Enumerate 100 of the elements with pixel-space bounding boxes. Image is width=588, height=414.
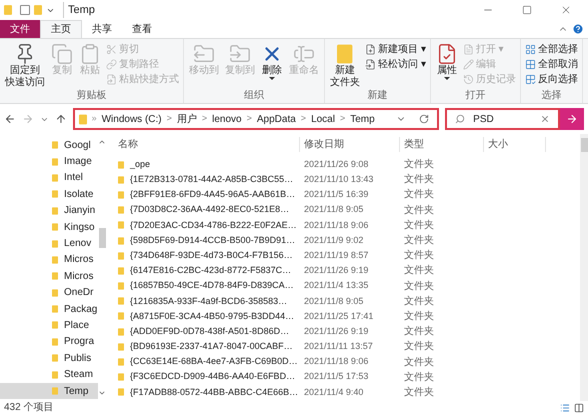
file-name[interactable]: {F3C6EDCD-D909-44B6-AA40-E6FBD… bbox=[130, 370, 296, 384]
folder-icon bbox=[52, 386, 58, 396]
file-type: 文件夹 bbox=[403, 204, 435, 218]
nav-item[interactable]: Steam bbox=[0, 366, 98, 383]
folder-icon bbox=[52, 172, 58, 183]
ribbon-button[interactable]: 固定到 快速访问 bbox=[2, 39, 48, 89]
folder-icon bbox=[118, 326, 124, 337]
breadcrumb-item[interactable]: lenovo bbox=[212, 112, 242, 126]
column-header[interactable]: 名称 bbox=[114, 136, 300, 152]
ribbon-tab[interactable]: 共享 bbox=[82, 20, 122, 38]
search-submit-button[interactable] bbox=[560, 108, 584, 130]
refresh-icon[interactable] bbox=[419, 114, 430, 124]
up-icon[interactable] bbox=[54, 113, 67, 125]
ribbon-button[interactable]: 新建 文件夹 bbox=[327, 39, 363, 89]
modified-date: 2021/11/8 9:05 bbox=[303, 203, 364, 216]
breadcrumb-item[interactable]: Local bbox=[311, 112, 335, 126]
ribbon-menu-item[interactable]: 新建项目 ▾ bbox=[365, 43, 426, 56]
file-type: 文件夹 bbox=[403, 264, 435, 278]
nav-item[interactable]: Googl bbox=[0, 137, 98, 154]
folder-icon bbox=[118, 250, 124, 261]
tiles-view-icon[interactable] bbox=[574, 402, 584, 412]
ribbon-menu-item[interactable]: 全部选择 bbox=[524, 43, 578, 56]
nav-item[interactable]: Progra bbox=[0, 334, 98, 350]
folder-icon bbox=[78, 114, 87, 124]
file-name[interactable]: {ADD0EF9D-0D78-438f-A501-8D86D… bbox=[130, 324, 290, 338]
ribbon-menu-item[interactable]: 反向选择 bbox=[524, 73, 578, 86]
folder-icon bbox=[52, 304, 58, 314]
folder-icon bbox=[52, 254, 58, 265]
nav-item[interactable]: Packag bbox=[0, 300, 98, 318]
file-name[interactable]: {598D5F69-D914-4CCB-B500-7B9D91… bbox=[130, 234, 296, 248]
file-name[interactable]: {A8715F0E-3CA4-4B50-9795-B3DD44… bbox=[130, 310, 294, 324]
column-header[interactable]: 类型 bbox=[400, 136, 484, 152]
checkbox-icon[interactable] bbox=[20, 5, 30, 15]
file-type: 文件夹 bbox=[403, 234, 435, 248]
breadcrumb-item[interactable]: Windows (C:) bbox=[102, 112, 162, 126]
details-view-icon[interactable] bbox=[560, 402, 570, 412]
folder-icon bbox=[52, 288, 58, 298]
document-icon bbox=[462, 44, 474, 55]
nav-item[interactable]: Image bbox=[0, 153, 98, 170]
ribbon-tab[interactable]: 查看 bbox=[122, 20, 162, 38]
modified-date: 2021/11/26 9:19 bbox=[303, 264, 370, 278]
new-file-icon bbox=[365, 44, 376, 55]
file-name[interactable]: _ope bbox=[130, 158, 150, 172]
ribbon-menu-item[interactable]: 全部取消 bbox=[524, 58, 578, 71]
nav-item[interactable]: OneDr bbox=[0, 284, 98, 301]
file-type: 文件夹 bbox=[403, 172, 435, 188]
nav-item[interactable]: Lenov bbox=[0, 235, 98, 252]
file-arrow-icon bbox=[365, 59, 376, 70]
nav-item[interactable]: Isolate bbox=[0, 186, 98, 203]
folder-icon bbox=[118, 281, 124, 292]
file-name[interactable]: {BD96193E-2337-41A7-8047-00CABF… bbox=[130, 340, 293, 354]
ribbon-tab[interactable]: 文件 bbox=[0, 20, 40, 38]
ribbon-menu-item[interactable]: 轻松访问 ▾ bbox=[365, 58, 426, 71]
breadcrumb-item[interactable]: Temp bbox=[350, 112, 375, 126]
arrow-right-icon bbox=[566, 113, 578, 125]
nav-item[interactable]: Intel bbox=[0, 170, 98, 186]
breadcrumb-separator: > bbox=[246, 112, 252, 126]
ribbon-button[interactable]: 删除 bbox=[258, 39, 286, 89]
help-icon[interactable] bbox=[572, 23, 584, 35]
nav-item[interactable]: Temp bbox=[0, 382, 98, 400]
file-name[interactable]: {F17ADB88-0572-44BB-ABBC-C4E66B… bbox=[130, 386, 298, 400]
column-header[interactable]: 大小 bbox=[484, 136, 546, 152]
file-type: 文件夹 bbox=[403, 386, 435, 400]
file-name[interactable]: {734D648F-93DE-4d73-B0C4-F7B156… bbox=[130, 248, 293, 262]
nav-item[interactable]: Publis bbox=[0, 350, 98, 366]
search-field[interactable]: PSD bbox=[445, 108, 560, 130]
file-name[interactable]: {CC63E14E-68BA-4ee7-A3FB-C69B0D… bbox=[130, 355, 298, 369]
breadcrumb-item[interactable]: AppData bbox=[256, 112, 296, 126]
scroll-down-icon[interactable] bbox=[98, 389, 106, 397]
folder-icon bbox=[118, 236, 124, 246]
nav-item[interactable]: Kingso bbox=[0, 218, 98, 236]
file-type: 文件夹 bbox=[403, 280, 435, 294]
nav-item[interactable]: Micros bbox=[0, 252, 98, 268]
back-icon[interactable] bbox=[4, 113, 16, 125]
modified-date: 2021/11/25 17:41 bbox=[303, 310, 374, 323]
close-icon[interactable] bbox=[560, 4, 572, 16]
clear-icon[interactable] bbox=[540, 114, 550, 124]
file-name[interactable]: {1216835A-933F-4a9f-BCD6-358583… bbox=[130, 294, 288, 308]
scroll-thumb[interactable] bbox=[580, 138, 588, 152]
folder-icon bbox=[52, 156, 58, 167]
file-name[interactable]: {2BFF91E8-6FD9-4A45-96A5-AAB61B… bbox=[130, 188, 296, 202]
history-icon bbox=[462, 74, 474, 85]
file-name[interactable]: {6147E816-C2BC-423d-8772-F5837C… bbox=[130, 264, 292, 278]
file-name[interactable]: {7D20E3AC-CD34-4786-B222-E0F2AE… bbox=[130, 218, 297, 232]
ribbon-tab[interactable]: 主页 bbox=[40, 20, 82, 38]
scroll-thumb[interactable] bbox=[98, 228, 106, 248]
scroll-up-icon[interactable] bbox=[98, 138, 106, 146]
file-name[interactable]: {1E72B313-0781-44A2-A85B-C3BC55… bbox=[130, 173, 294, 187]
nav-item[interactable]: Micros bbox=[0, 268, 98, 285]
folder-icon bbox=[52, 320, 58, 330]
nav-item[interactable]: Jianyin bbox=[0, 202, 98, 219]
column-header[interactable]: 修改日期 bbox=[300, 136, 400, 152]
address-bar[interactable]: » Windows (C:) > 用户 > lenovo > AppData > Local > Temp bbox=[72, 108, 440, 130]
nav-item[interactable]: Place bbox=[0, 317, 98, 334]
folder-icon bbox=[118, 205, 124, 216]
breadcrumb-item[interactable]: 用户 bbox=[176, 112, 197, 126]
maximize-icon[interactable] bbox=[522, 5, 532, 15]
file-name[interactable]: {7D03D8C2-36AA-4492-8EC0-521E8… bbox=[130, 203, 290, 217]
file-name[interactable]: {16857B50-49CE-4D78-84F9-D839CA… bbox=[130, 279, 294, 293]
ribbon-button[interactable]: 属性 bbox=[432, 39, 461, 89]
